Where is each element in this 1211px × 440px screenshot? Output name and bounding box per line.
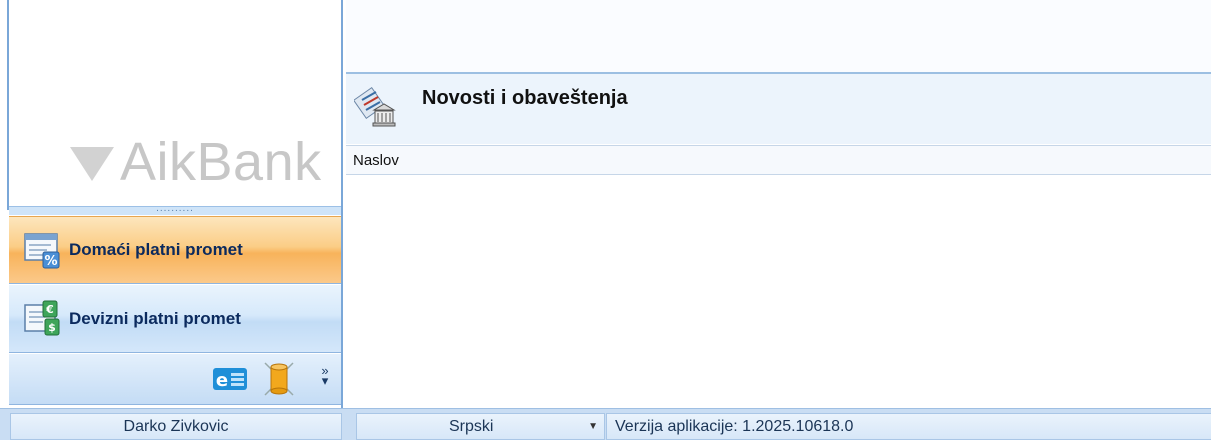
news-grid-header: Naslov [346,145,1211,175]
nav-domestic-label: Domaći platni promet [69,240,243,259]
news-panel-title: Novosti i obaveštenja [422,87,628,109]
news-grid-body[interactable] [346,175,1211,408]
bank-logo: AikBank [14,128,340,196]
splitter-grip: .......... [156,203,194,214]
nav-foreign-payments[interactable]: € $ Devizni platni promet [9,285,341,353]
navigation-pane: AikBank .......... % Domaći platni prome… [0,0,346,408]
ebank-icon[interactable]: e [213,368,247,391]
svg-text:€: € [45,303,54,316]
nav-foreign-label: Devizni platni promet [69,308,241,328]
logo-text: AikBank [120,132,322,192]
status-bar: Darko Zivkovic Srpski ▼ Verzija aplikaci… [0,408,1211,440]
nav-overflow-strip: e » ▾ [9,354,341,405]
overflow-chevron-icon[interactable]: » ▾ [318,363,332,392]
main-top-area [346,0,1211,72]
status-app-version: Verzija aplikacije: 1.2025.10618.0 [606,413,1211,440]
pane-splitter[interactable]: .......... [9,203,341,215]
svg-text:e: e [216,370,228,390]
cylinder-icon[interactable] [263,361,295,397]
language-value: Srpski [449,418,494,435]
pane-border-left [7,0,9,210]
news-panel-header: Novosti i obaveštenja [346,72,1211,144]
language-select[interactable]: Srpski ▼ [356,413,605,440]
domestic-payment-icon: % [23,230,63,270]
nav-domestic-payments[interactable]: % Domaći platni promet [9,216,341,284]
pane-border-right [341,0,343,408]
svg-text:%: % [44,254,57,269]
svg-text:$: $ [48,321,56,334]
logo-triangle-icon [70,147,114,181]
column-header-naslov[interactable]: Naslov [353,152,399,169]
bank-news-icon [352,86,398,130]
status-user-name: Darko Zivkovic [10,413,342,440]
foreign-payment-icon: € $ [23,299,63,339]
overflow-chevron-glyph: » [321,363,329,378]
dropdown-arrow-icon: ▼ [588,421,598,432]
